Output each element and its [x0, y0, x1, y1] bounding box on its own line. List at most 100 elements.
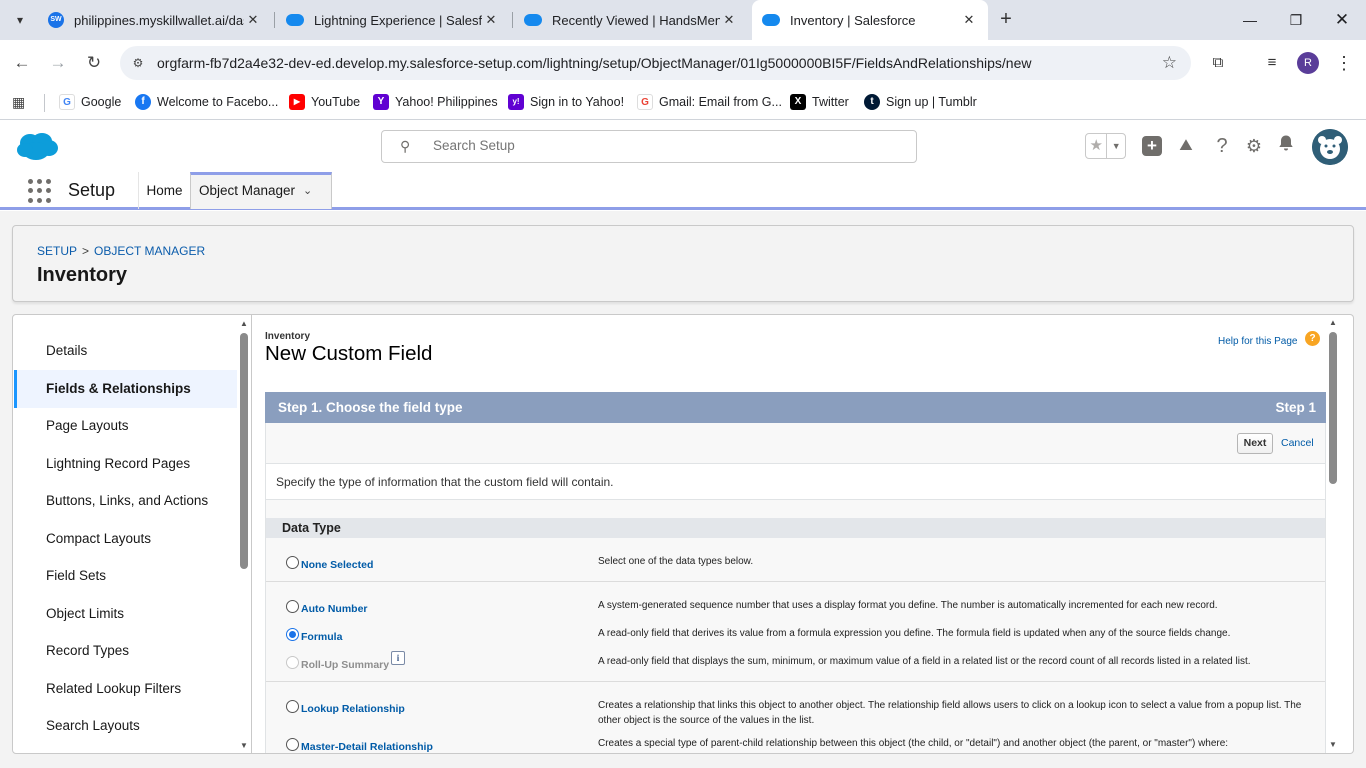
favorites-star-icon[interactable]: ★ — [1086, 134, 1108, 158]
tab-search-chevron-icon[interactable]: ▾ — [8, 8, 32, 32]
browser-tab-inventory[interactable]: Inventory | Salesforce ✕ — [752, 0, 988, 40]
close-window-icon[interactable]: ✕ — [1330, 8, 1354, 32]
bookmark-tumblr[interactable]: t Sign up | Tumblr — [864, 92, 977, 112]
url-text[interactable]: orgfarm-fb7d2a4e32-dev-ed.develop.my.sal… — [157, 55, 1031, 71]
new-tab-icon[interactable]: + — [994, 8, 1018, 32]
browser-menu-icon[interactable]: ⋮ — [1332, 51, 1356, 75]
global-actions-icon[interactable]: + — [1142, 136, 1162, 156]
user-avatar[interactable] — [1312, 129, 1348, 165]
cancel-link[interactable]: Cancel — [1281, 437, 1314, 449]
setup-gear-icon[interactable]: ⚙ — [1242, 134, 1266, 158]
browser-tab-lightning-experience[interactable]: Lightning Experience | Salesforce ✕ — [276, 0, 510, 40]
bookmark-divider — [44, 94, 45, 112]
browser-tab-skillwallet[interactable]: SW philippines.myskillwallet.ai/dash ✕ — [38, 0, 272, 40]
help-icon[interactable]: ? — [1305, 331, 1320, 346]
bookmark-yahoo-philippines[interactable]: Y Yahoo! Philippines — [373, 92, 498, 112]
scroll-down-arrow-icon[interactable]: ▼ — [1328, 740, 1338, 749]
site-info-icon[interactable]: ⚙ — [130, 55, 146, 71]
app-launcher-icon[interactable] — [28, 179, 52, 203]
radio-formula[interactable] — [286, 628, 299, 641]
radio-lookup-relationship[interactable] — [286, 700, 299, 713]
bookmark-twitter[interactable]: X Twitter — [790, 92, 849, 112]
info-icon[interactable]: i — [391, 651, 405, 665]
browser-tab-recently-viewed[interactable]: Recently Viewed | HandsMen Cl ✕ — [514, 0, 748, 40]
close-tab-icon[interactable]: ✕ — [960, 12, 978, 28]
sidebar-item-compact-layouts[interactable]: Compact Layouts — [14, 520, 238, 558]
close-tab-icon[interactable]: ✕ — [244, 12, 262, 28]
favorites-button[interactable]: ★ ▼ — [1085, 133, 1126, 159]
close-tab-icon[interactable]: ✕ — [720, 12, 738, 28]
scrollbar-thumb[interactable] — [240, 333, 248, 569]
minimize-icon[interactable]: — — [1238, 8, 1262, 32]
salesforce-cloud-icon — [762, 14, 780, 26]
sidebar-item-lightning-record-pages[interactable]: Lightning Record Pages — [14, 445, 238, 483]
sidebar-scrollbar[interactable]: ▲ ▼ — [237, 315, 251, 753]
breadcrumb-object-manager-link[interactable]: OBJECT MANAGER — [94, 244, 205, 258]
forward-icon[interactable]: → — [46, 51, 70, 75]
nav-tab-home[interactable]: Home — [139, 172, 190, 209]
scroll-down-arrow-icon[interactable]: ▼ — [239, 741, 249, 750]
data-type-description: A read-only field that displays the sum,… — [598, 656, 1251, 667]
scrollbar-thumb[interactable] — [1329, 332, 1337, 484]
bookmarks-bar: ▦ G Google f Welcome to Facebo... ▶ YouT… — [0, 86, 1366, 120]
radio-master-detail-relationship[interactable] — [286, 738, 299, 751]
object-label: Inventory — [265, 331, 311, 342]
sidebar-item-record-types[interactable]: Record Types — [14, 632, 238, 670]
close-tab-icon[interactable]: ✕ — [482, 12, 500, 28]
bookmark-youtube[interactable]: ▶ YouTube — [289, 92, 360, 112]
trailhead-icon[interactable]: ⛰ — [1174, 134, 1198, 158]
data-type-group: None Selected Select one of the data typ… — [266, 538, 1325, 582]
restore-icon[interactable]: ❐ — [1284, 8, 1308, 32]
sidebar-item-object-limits[interactable]: Object Limits — [14, 595, 238, 633]
bookmark-google[interactable]: G Google — [59, 92, 121, 112]
setup-search-input[interactable] — [433, 138, 893, 153]
data-type-label[interactable]: Master-Detail Relationship — [301, 741, 433, 753]
favorites-dropdown-icon[interactable]: ▼ — [1107, 134, 1125, 158]
media-controls-icon[interactable]: ≡ — [1260, 51, 1284, 75]
reload-icon[interactable]: ↻ — [82, 51, 106, 75]
notifications-bell-icon[interactable] — [1274, 134, 1298, 158]
bookmark-star-icon[interactable]: ☆ — [1162, 53, 1177, 73]
data-type-label[interactable]: Lookup Relationship — [301, 703, 405, 715]
main-scrollbar[interactable]: ▲ ▼ — [1326, 318, 1340, 752]
scroll-up-arrow-icon[interactable]: ▲ — [1328, 318, 1338, 327]
setup-search-box[interactable]: ⚲ — [381, 130, 917, 163]
bookmark-gmail[interactable]: G Gmail: Email from G... — [637, 92, 782, 112]
breadcrumb-setup-link[interactable]: SETUP — [37, 244, 77, 258]
data-type-description: Creates a special type of parent-child r… — [598, 738, 1229, 749]
data-type-label[interactable]: Auto Number — [301, 603, 368, 615]
address-bar[interactable]: ⚙ orgfarm-fb7d2a4e32-dev-ed.develop.my.s… — [120, 46, 1191, 80]
search-icon: ⚲ — [400, 138, 411, 154]
nav-tab-object-manager[interactable]: Object Manager ⌄ — [190, 172, 332, 209]
sidebar-item-buttons-links-actions[interactable]: Buttons, Links, and Actions — [14, 482, 238, 520]
help-question-icon[interactable]: ? — [1210, 134, 1234, 158]
extensions-icon[interactable]: ⧉ — [1206, 51, 1230, 75]
app-name: Setup — [68, 180, 116, 200]
radio-auto-number[interactable] — [286, 600, 299, 613]
sidebar-item-related-lookup-filters[interactable]: Related Lookup Filters — [14, 670, 238, 708]
scroll-up-arrow-icon[interactable]: ▲ — [239, 319, 249, 328]
data-type-section: Data Type None Selected Select one of th… — [265, 500, 1326, 753]
bookmark-facebook[interactable]: f Welcome to Facebo... — [135, 92, 278, 112]
back-icon[interactable]: ← — [10, 51, 34, 75]
sidebar-item-search-layouts[interactable]: Search Layouts — [14, 707, 238, 745]
sidebar-item-fields-relationships[interactable]: Fields & Relationships — [14, 370, 238, 408]
chevron-down-icon[interactable]: ⌄ — [303, 175, 312, 207]
breadcrumb-separator: > — [82, 244, 90, 258]
gmail-icon: G — [637, 94, 653, 110]
data-type-label[interactable]: Formula — [301, 631, 342, 643]
bookmark-yahoo-signin[interactable]: y! Sign in to Yahoo! — [508, 92, 624, 112]
sidebar-item-field-sets[interactable]: Field Sets — [14, 557, 238, 595]
radio-none-selected[interactable] — [286, 556, 299, 569]
profile-avatar[interactable]: R — [1297, 52, 1319, 74]
salesforce-logo[interactable] — [16, 131, 58, 161]
next-button[interactable]: Next — [1237, 433, 1273, 454]
data-type-label: Roll-Up Summary — [301, 659, 390, 671]
apps-grid-icon[interactable]: ▦ — [12, 92, 25, 112]
instruction-text: Specify the type of information that the… — [265, 464, 1326, 500]
tab-separator — [512, 12, 513, 28]
sidebar-item-details[interactable]: Details — [14, 332, 238, 370]
help-for-this-page-link[interactable]: Help for this Page — [1218, 336, 1298, 347]
data-type-label[interactable]: None Selected — [301, 559, 373, 571]
sidebar-item-page-layouts[interactable]: Page Layouts — [14, 407, 238, 445]
